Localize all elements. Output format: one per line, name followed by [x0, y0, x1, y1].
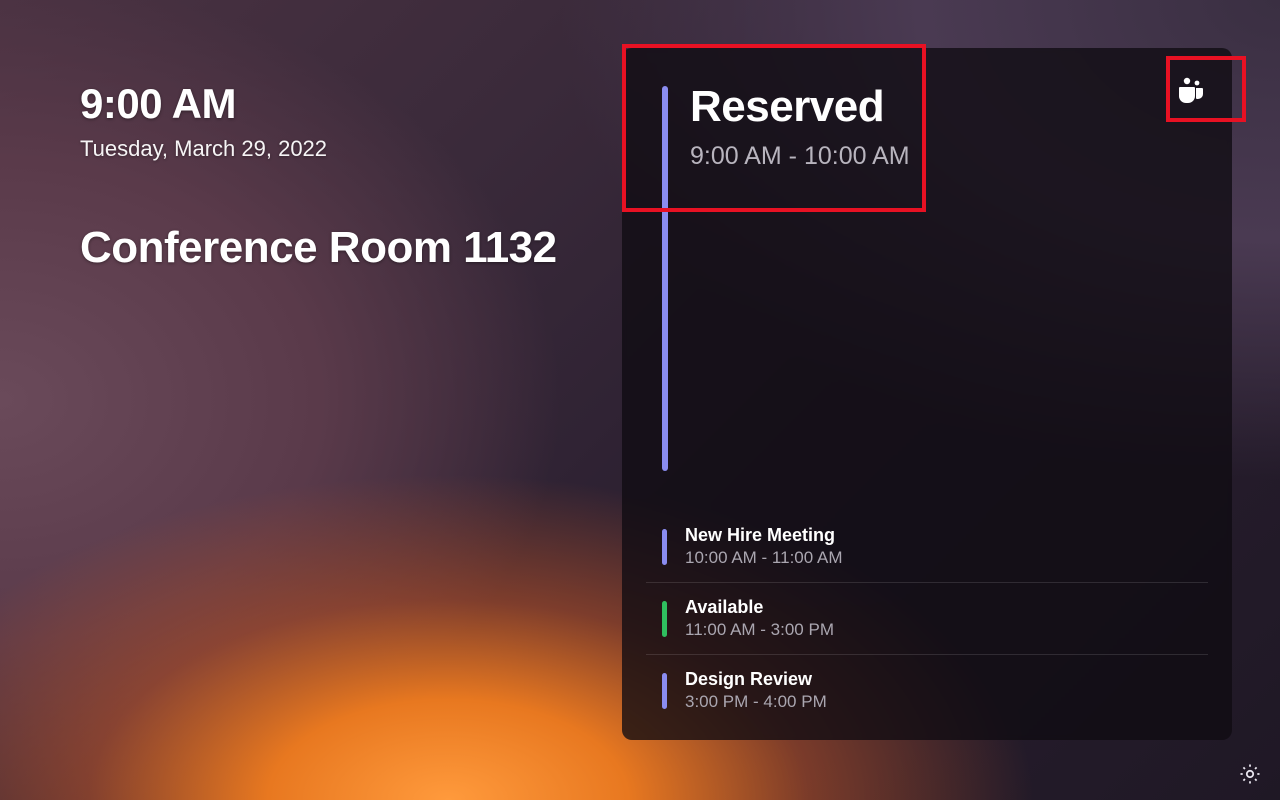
current-meeting-title: Reserved	[690, 82, 1192, 132]
upcoming-item-bar	[662, 529, 667, 565]
upcoming-item-text: Design Review3:00 PM - 4:00 PM	[685, 669, 827, 712]
upcoming-list: New Hire Meeting10:00 AM - 11:00 AM Avail…	[622, 511, 1232, 740]
schedule-panel: Reserved 9:00 AM - 10:00 AM New Hire Mee…	[622, 48, 1232, 740]
upcoming-item-text: New Hire Meeting10:00 AM - 11:00 AM	[685, 525, 843, 568]
upcoming-item-time: 3:00 PM - 4:00 PM	[685, 692, 827, 712]
upcoming-item-title: Design Review	[685, 669, 827, 690]
settings-button[interactable]	[1234, 758, 1266, 790]
current-meeting-text: Reserved 9:00 AM - 10:00 AM	[690, 82, 1192, 481]
upcoming-item-bar	[662, 601, 667, 637]
clock-date: Tuesday, March 29, 2022	[80, 136, 557, 162]
teams-icon[interactable]	[1170, 70, 1210, 110]
current-meeting-bar	[662, 86, 668, 471]
clock-time: 9:00 AM	[80, 80, 557, 128]
upcoming-item-text: Available11:00 AM - 3:00 PM	[685, 597, 834, 640]
current-meeting-block[interactable]: Reserved 9:00 AM - 10:00 AM	[622, 48, 1232, 511]
upcoming-item-time: 11:00 AM - 3:00 PM	[685, 620, 834, 640]
room-info-panel: 9:00 AM Tuesday, March 29, 2022 Conferen…	[80, 80, 557, 275]
upcoming-item[interactable]: Design Review3:00 PM - 4:00 PM	[646, 654, 1208, 726]
upcoming-item-title: New Hire Meeting	[685, 525, 843, 546]
upcoming-item[interactable]: Available11:00 AM - 3:00 PM	[646, 582, 1208, 654]
upcoming-item[interactable]: New Hire Meeting10:00 AM - 11:00 AM	[646, 511, 1208, 582]
room-name: Conference Room 1132	[80, 222, 557, 275]
upcoming-item-title: Available	[685, 597, 834, 618]
current-meeting-time: 9:00 AM - 10:00 AM	[690, 142, 1192, 171]
upcoming-item-bar	[662, 673, 667, 709]
gear-icon	[1238, 762, 1262, 786]
upcoming-item-time: 10:00 AM - 11:00 AM	[685, 548, 843, 568]
